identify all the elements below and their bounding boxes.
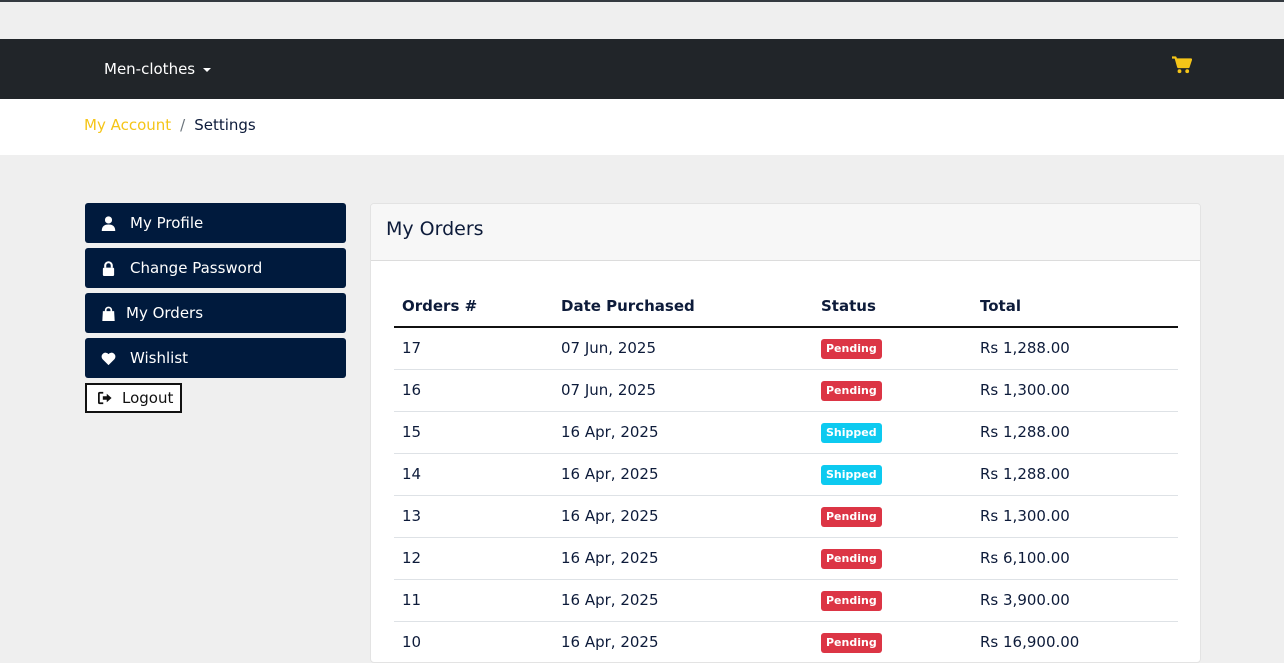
column-header-status: Status xyxy=(813,285,972,328)
status-cell: Shipped xyxy=(813,411,972,454)
status-badge: Shipped xyxy=(821,422,882,443)
table-row: 15 16 Apr, 2025 Shipped Rs 1,288.00 xyxy=(394,411,1178,454)
sidebar-item-label: Wishlist xyxy=(130,349,189,367)
total-cell: Rs 1,300.00 xyxy=(972,369,1178,412)
status-cell: Pending xyxy=(813,369,972,412)
table-row: 11 16 Apr, 2025 Pending Rs 3,900.00 xyxy=(394,579,1178,622)
status-badge: Pending xyxy=(821,632,882,653)
order-number-cell: 14 xyxy=(394,453,553,496)
total-cell: Rs 3,900.00 xyxy=(972,579,1178,622)
date-purchased-cell: 16 Apr, 2025 xyxy=(553,411,813,454)
date-purchased-cell: 07 Jun, 2025 xyxy=(553,369,813,412)
sign-out-icon xyxy=(98,391,112,405)
order-number-cell: 15 xyxy=(394,411,553,454)
status-cell: Pending xyxy=(813,579,972,622)
date-purchased-cell: 16 Apr, 2025 xyxy=(553,453,813,496)
column-header-total: Total xyxy=(972,285,1178,328)
sidebar-item-label: My Profile xyxy=(130,214,204,232)
breadcrumb-current: Settings xyxy=(194,116,256,134)
total-cell: Rs 1,300.00 xyxy=(972,495,1178,538)
date-purchased-cell: 16 Apr, 2025 xyxy=(553,537,813,580)
status-cell: Shipped xyxy=(813,453,972,496)
total-cell: Rs 1,288.00 xyxy=(972,411,1178,454)
table-row: 13 16 Apr, 2025 Pending Rs 1,300.00 xyxy=(394,495,1178,538)
date-purchased-cell: 16 Apr, 2025 xyxy=(553,495,813,538)
order-number-cell: 12 xyxy=(394,537,553,580)
status-cell: Pending xyxy=(813,537,972,580)
sidebar-item-label: Change Password xyxy=(130,259,263,277)
date-purchased-cell: 16 Apr, 2025 xyxy=(553,621,813,662)
total-cell: Rs 1,288.00 xyxy=(972,453,1178,496)
table-row: 14 16 Apr, 2025 Shipped Rs 1,288.00 xyxy=(394,453,1178,496)
breadcrumb-separator: / xyxy=(180,116,186,134)
shopping-cart-icon[interactable] xyxy=(1172,56,1192,74)
table-row: 17 07 Jun, 2025 Pending Rs 1,288.00 xyxy=(394,327,1178,370)
status-badge: Shipped xyxy=(821,464,882,485)
status-cell: Pending xyxy=(813,621,972,662)
sidebar-item-my-profile[interactable]: My Profile xyxy=(85,203,346,243)
table-row: 16 07 Jun, 2025 Pending Rs 1,300.00 xyxy=(394,369,1178,412)
status-cell: Pending xyxy=(813,495,972,538)
total-cell: Rs 16,900.00 xyxy=(972,621,1178,662)
sidebar-item-label: My Orders xyxy=(126,304,204,322)
navbar: Men-clothes xyxy=(0,39,1284,99)
status-badge: Pending xyxy=(821,380,882,401)
order-number-cell: 11 xyxy=(394,579,553,622)
column-header-date-purchased: Date Purchased xyxy=(553,285,813,328)
account-sidebar: My Profile Change Password My Orders Wis… xyxy=(85,203,346,413)
my-orders-card: My Orders Orders # Date Purchased Status… xyxy=(370,203,1201,663)
logout-label: Logout xyxy=(122,389,174,407)
lock-icon xyxy=(102,260,115,276)
order-number-cell: 17 xyxy=(394,327,553,370)
user-icon xyxy=(101,215,116,231)
table-row: 10 16 Apr, 2025 Pending Rs 16,900.00 xyxy=(394,621,1178,662)
breadcrumb-my-account-link[interactable]: My Account xyxy=(84,116,171,134)
sidebar-item-wishlist[interactable]: Wishlist xyxy=(85,338,346,378)
order-number-cell: 16 xyxy=(394,369,553,412)
shopping-bag-icon xyxy=(102,306,115,321)
date-purchased-cell: 16 Apr, 2025 xyxy=(553,579,813,622)
column-header-order-number: Orders # xyxy=(394,285,553,328)
status-badge: Pending xyxy=(821,590,882,611)
status-cell: Pending xyxy=(813,327,972,370)
status-badge: Pending xyxy=(821,506,882,527)
heart-icon xyxy=(101,352,116,365)
top-border xyxy=(0,0,1284,2)
breadcrumb: My Account / Settings xyxy=(84,116,256,134)
card-title: My Orders xyxy=(386,218,484,240)
chevron-down-icon xyxy=(203,68,212,72)
sidebar-item-my-orders[interactable]: My Orders xyxy=(85,293,346,333)
total-cell: Rs 1,288.00 xyxy=(972,327,1178,370)
logout-button[interactable]: Logout xyxy=(85,383,183,413)
category-dropdown-label: Men-clothes xyxy=(104,60,196,78)
breadcrumb-bar: My Account / Settings xyxy=(0,99,1284,155)
table-header-row: Orders # Date Purchased Status Total xyxy=(394,285,1178,328)
date-purchased-cell: 07 Jun, 2025 xyxy=(553,327,813,370)
orders-table: Orders # Date Purchased Status Total 17 0… xyxy=(394,285,1178,662)
status-badge: Pending xyxy=(821,548,882,569)
total-cell: Rs 6,100.00 xyxy=(972,537,1178,580)
table-row: 12 16 Apr, 2025 Pending Rs 6,100.00 xyxy=(394,537,1178,580)
status-badge: Pending xyxy=(821,338,882,359)
category-dropdown[interactable]: Men-clothes xyxy=(104,58,212,80)
card-header: My Orders xyxy=(371,204,1200,261)
order-number-cell: 10 xyxy=(394,621,553,662)
order-number-cell: 13 xyxy=(394,495,553,538)
sidebar-item-change-password[interactable]: Change Password xyxy=(85,248,346,288)
orders-table-body: 17 07 Jun, 2025 Pending Rs 1,288.00 16 07 Jun… xyxy=(394,327,1178,662)
